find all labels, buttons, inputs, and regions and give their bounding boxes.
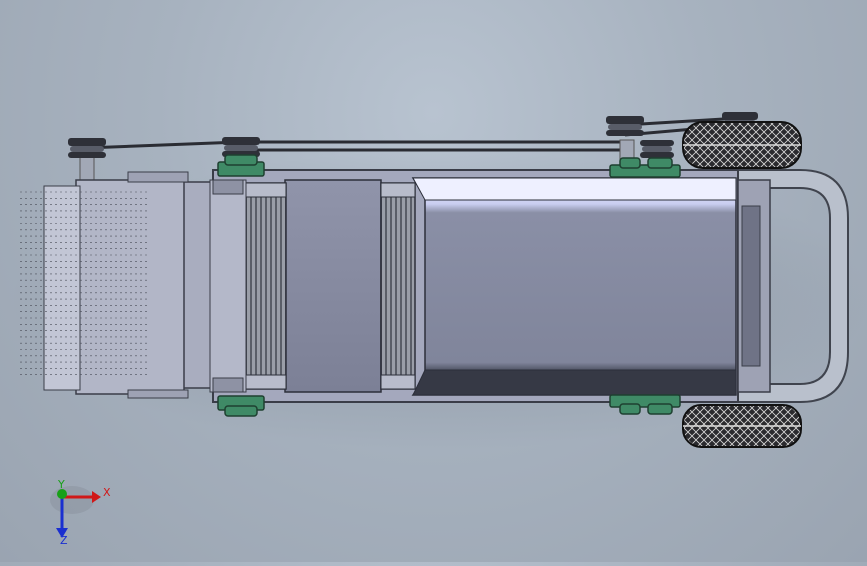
wheel-bottom: [682, 404, 802, 448]
coordinate-triad: X Y Z: [50, 478, 111, 547]
hopper-lid: [411, 177, 737, 396]
wheel-top: [682, 121, 802, 169]
pulley-left: [68, 138, 106, 184]
front-frame: [179, 181, 215, 389]
tine-head: [43, 171, 189, 399]
y-axis-label: Y: [57, 478, 65, 491]
roller-right: [380, 182, 416, 390]
cad-viewport[interactable]: X Y Z: [0, 0, 867, 562]
x-axis-label: X: [103, 486, 111, 499]
z-axis-label: Z: [60, 534, 68, 547]
x-axis-arrowhead: [92, 491, 101, 503]
middle-plate: [284, 179, 382, 393]
machine-drawing: X Y Z: [10, 112, 867, 547]
roller-left: [245, 182, 287, 390]
pulley-center: [222, 137, 260, 157]
